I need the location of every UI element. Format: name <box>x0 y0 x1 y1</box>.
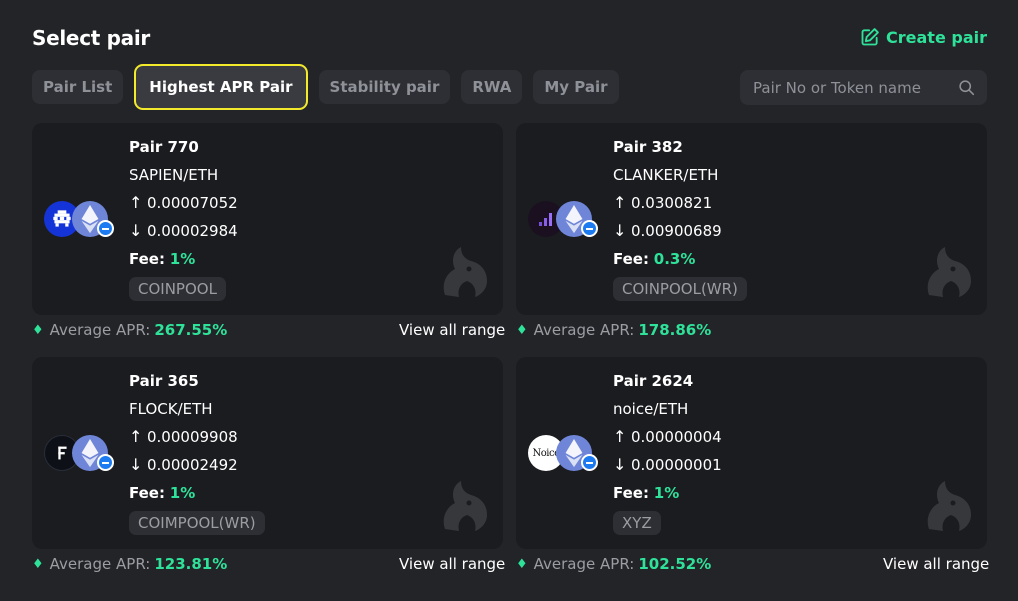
arrow-down-icon: ↓ <box>129 455 143 474</box>
upper-price: 0.0300821 <box>631 194 713 212</box>
search-box <box>740 70 987 105</box>
pair-name: noice/ETH <box>613 400 689 418</box>
lower-price: 0.00002492 <box>147 456 238 474</box>
diamond-icon: ♦ <box>516 556 528 572</box>
pair-token-logos <box>44 435 134 475</box>
apr-value: 267.55% <box>154 321 228 339</box>
minus-badge-icon <box>581 454 598 471</box>
pair-name: FLOCK/ETH <box>129 400 213 418</box>
tab-highest-apr-pair[interactable]: Highest APR Pair <box>134 64 308 110</box>
apr-value: 102.52% <box>638 555 712 573</box>
tab-rwa[interactable]: RWA <box>461 70 523 104</box>
tab-stability-pair[interactable]: Stability pair <box>318 70 451 104</box>
fee-value: 1% <box>653 484 680 502</box>
page-title: Select pair <box>32 26 150 50</box>
fee-label: Fee: <box>613 250 649 268</box>
uniswap-icon <box>443 247 487 297</box>
apr-label: Average APR: <box>49 321 151 339</box>
pair-number: Pair 2624 <box>613 372 694 390</box>
pool-tag: COINPOOL <box>129 277 226 301</box>
arrow-down-icon: ↓ <box>129 221 143 240</box>
average-apr: ♦ Average APR: 178.86% <box>516 321 711 339</box>
tab-my-pair[interactable]: My Pair <box>533 70 619 104</box>
tab-bar: Pair List Highest APR Pair Stability pai… <box>32 64 630 110</box>
apr-label: Average APR: <box>533 321 635 339</box>
fee-value: 1% <box>169 250 196 268</box>
apr-value: 178.86% <box>638 321 712 339</box>
diamond-icon: ♦ <box>516 322 528 338</box>
upper-price: 0.00007052 <box>147 194 238 212</box>
pair-name: SAPIEN/ETH <box>129 166 219 184</box>
pair-number: Pair 770 <box>129 138 199 156</box>
minus-badge-icon <box>97 220 114 237</box>
uniswap-icon <box>443 481 487 531</box>
pair-name: CLANKER/ETH <box>613 166 719 184</box>
view-all-range-link[interactable]: View all range <box>399 555 505 573</box>
apr-label: Average APR: <box>49 555 151 573</box>
pool-tag: XYZ <box>613 511 661 535</box>
pair-token-logos: Noice <box>528 435 618 475</box>
fee-value: 0.3% <box>653 250 696 268</box>
pair-number: Pair 365 <box>129 372 199 390</box>
pair-number: Pair 382 <box>613 138 683 156</box>
view-all-range-link[interactable]: View all range <box>399 321 505 339</box>
pair-token-logos <box>528 201 618 241</box>
uniswap-icon <box>927 481 971 531</box>
pair-token-logos <box>44 201 134 241</box>
minus-badge-icon <box>97 454 114 471</box>
arrow-up-icon: ↑ <box>613 427 627 446</box>
pair-card[interactable]: Pair 382 CLANKER/ETH ↑ 0.0300821 ↓ 0.00900… <box>516 123 987 315</box>
fee-label: Fee: <box>129 250 165 268</box>
pair-card[interactable]: Pair 770 SAPIEN/ETH ↑ 0.00007052 ↓ 0.00002… <box>32 123 503 315</box>
fee-value: 1% <box>169 484 196 502</box>
lower-price: 0.00002984 <box>147 222 238 240</box>
upper-price: 0.00009908 <box>147 428 238 446</box>
upper-price: 0.00000004 <box>631 428 722 446</box>
pair-card[interactable]: Noice Pair 2624 noice/ETH ↑ 0.00000004 ↓ 0… <box>516 357 987 549</box>
average-apr: ♦ Average APR: 102.52% <box>516 555 711 573</box>
search-icon[interactable] <box>958 79 975 96</box>
lower-price: 0.00900689 <box>631 222 722 240</box>
arrow-down-icon: ↓ <box>613 455 627 474</box>
lower-price: 0.00000001 <box>631 456 722 474</box>
uniswap-icon <box>927 247 971 297</box>
apr-label: Average APR: <box>533 555 635 573</box>
pool-tag: COIMPOOL(WR) <box>129 511 265 535</box>
search-input[interactable] <box>740 70 987 105</box>
average-apr: ♦ Average APR: 123.81% <box>32 555 227 573</box>
tab-pair-list[interactable]: Pair List <box>32 70 124 104</box>
edit-icon <box>861 28 879 46</box>
fee-label: Fee: <box>129 484 165 502</box>
pair-card[interactable]: Pair 365 FLOCK/ETH ↑ 0.00009908 ↓ 0.000024… <box>32 357 503 549</box>
diamond-icon: ♦ <box>32 556 44 572</box>
arrow-up-icon: ↑ <box>129 427 143 446</box>
create-pair-button[interactable]: Create pair <box>860 27 987 47</box>
fee-label: Fee: <box>613 484 649 502</box>
arrow-up-icon: ↑ <box>613 193 627 212</box>
apr-value: 123.81% <box>154 555 228 573</box>
create-pair-label: Create pair <box>886 27 987 47</box>
pool-tag: COINPOOL(WR) <box>613 277 747 301</box>
diamond-icon: ♦ <box>32 322 44 338</box>
view-all-range-link[interactable]: View all range <box>883 555 989 573</box>
average-apr: ♦ Average APR: 267.55% <box>32 321 227 339</box>
minus-badge-icon <box>581 220 598 237</box>
arrow-down-icon: ↓ <box>613 221 627 240</box>
arrow-up-icon: ↑ <box>129 193 143 212</box>
